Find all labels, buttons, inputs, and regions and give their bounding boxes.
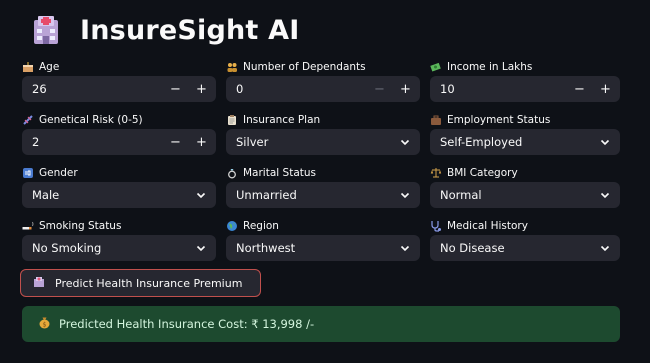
chevron-down-icon	[600, 139, 610, 146]
hospital-icon	[33, 276, 45, 291]
smoking-status-label: Smoking Status	[39, 219, 122, 232]
dependants-value: 0	[236, 82, 244, 96]
region-field: Region Northwest	[226, 217, 420, 270]
smoking-status-value: No Smoking	[32, 241, 102, 255]
chevron-down-icon	[400, 139, 410, 146]
age-input[interactable]: 26 − +	[22, 76, 216, 102]
dependants-decrement-button[interactable]: −	[374, 82, 385, 97]
page-title: InsureSight AI	[80, 14, 300, 46]
smoking-status-field: Smoking Status No Smoking	[22, 217, 216, 270]
income-label: Income in Lakhs	[447, 60, 533, 73]
gender-select[interactable]: Male	[22, 182, 216, 208]
bmi-category-select[interactable]: Normal	[430, 182, 620, 208]
genetical-risk-label: Genetical Risk (0-5)	[39, 113, 143, 126]
money-icon	[430, 61, 442, 73]
cigarette-icon	[22, 220, 34, 232]
birthday-cake-icon	[22, 61, 34, 73]
income-decrement-button[interactable]: −	[574, 82, 585, 97]
age-label: Age	[39, 60, 60, 73]
app-header: InsureSight AI	[28, 12, 300, 48]
insurance-plan-field: Insurance Plan Silver	[226, 111, 420, 164]
genetical-risk-decrement-button[interactable]: −	[170, 135, 181, 150]
prediction-result-alert: $ Predicted Health Insurance Cost: ₹ 13,…	[22, 306, 620, 342]
chevron-down-icon	[400, 245, 410, 252]
age-value: 26	[32, 82, 47, 96]
chevron-down-icon	[196, 245, 206, 252]
age-increment-button[interactable]: +	[196, 82, 207, 97]
bmi-category-value: Normal	[440, 188, 482, 202]
genetical-risk-field: Genetical Risk (0-5) 2 − +	[22, 111, 216, 164]
region-label: Region	[243, 219, 279, 232]
stethoscope-icon	[430, 220, 442, 232]
genetical-risk-input[interactable]: 2 − +	[22, 129, 216, 155]
region-select[interactable]: Northwest	[226, 235, 420, 261]
id-icon	[22, 167, 34, 179]
hospital-logo-icon	[28, 12, 64, 48]
people-icon	[226, 61, 238, 73]
dependants-field: Number of Dependants 0 − +	[226, 58, 420, 111]
medical-history-select[interactable]: No Disease	[430, 235, 620, 261]
age-decrement-button[interactable]: −	[170, 82, 181, 97]
employment-status-value: Self-Employed	[440, 135, 523, 149]
marital-status-value: Unmarried	[236, 188, 297, 202]
employment-status-label: Employment Status	[447, 113, 551, 126]
predict-button-label: Predict Health Insurance Premium	[55, 276, 243, 290]
scale-icon	[430, 167, 442, 179]
insurance-plan-value: Silver	[236, 135, 269, 149]
bmi-category-field: BMI Category Normal	[430, 164, 620, 217]
predict-premium-button[interactable]: Predict Health Insurance Premium	[20, 269, 261, 297]
smoking-status-select[interactable]: No Smoking	[22, 235, 216, 261]
medical-history-label: Medical History	[447, 219, 528, 232]
ring-icon	[226, 167, 238, 179]
insurance-plan-select[interactable]: Silver	[226, 129, 420, 155]
income-input[interactable]: 10 − +	[430, 76, 620, 102]
globe-icon	[226, 220, 238, 232]
gender-value: Male	[32, 188, 60, 202]
marital-status-field: Marital Status Unmarried	[226, 164, 420, 217]
dependants-label: Number of Dependants	[243, 60, 366, 73]
chevron-down-icon	[600, 192, 610, 199]
insurance-plan-label: Insurance Plan	[243, 113, 321, 126]
dependants-increment-button[interactable]: +	[400, 82, 411, 97]
genetical-risk-increment-button[interactable]: +	[196, 135, 207, 150]
marital-status-label: Marital Status	[243, 166, 316, 179]
gender-field: Gender Male	[22, 164, 216, 217]
medical-history-field: Medical History No Disease	[430, 217, 620, 270]
genetical-risk-value: 2	[32, 135, 40, 149]
money-bag-icon: $	[38, 316, 51, 332]
dependants-input[interactable]: 0 − +	[226, 76, 420, 102]
employment-status-select[interactable]: Self-Employed	[430, 129, 620, 155]
income-field: Income in Lakhs 10 − +	[430, 58, 620, 111]
region-value: Northwest	[236, 241, 296, 255]
employment-status-field: Employment Status Self-Employed	[430, 111, 620, 164]
age-field: Age 26 − +	[22, 58, 216, 111]
chevron-down-icon	[196, 192, 206, 199]
marital-status-select[interactable]: Unmarried	[226, 182, 420, 208]
income-value: 10	[440, 82, 455, 96]
dna-icon	[22, 114, 34, 126]
bmi-category-label: BMI Category	[447, 166, 518, 179]
chevron-down-icon	[600, 245, 610, 252]
income-increment-button[interactable]: +	[600, 82, 611, 97]
chevron-down-icon	[400, 192, 410, 199]
medical-history-value: No Disease	[440, 241, 505, 255]
form-grid: Age 26 − + Number of Dependants 0 − + In…	[22, 58, 620, 270]
briefcase-icon	[430, 114, 442, 126]
prediction-result-text: Predicted Health Insurance Cost: ₹ 13,99…	[59, 317, 315, 331]
gender-label: Gender	[39, 166, 78, 179]
clipboard-icon	[226, 114, 238, 126]
svg-text:$: $	[43, 322, 47, 329]
